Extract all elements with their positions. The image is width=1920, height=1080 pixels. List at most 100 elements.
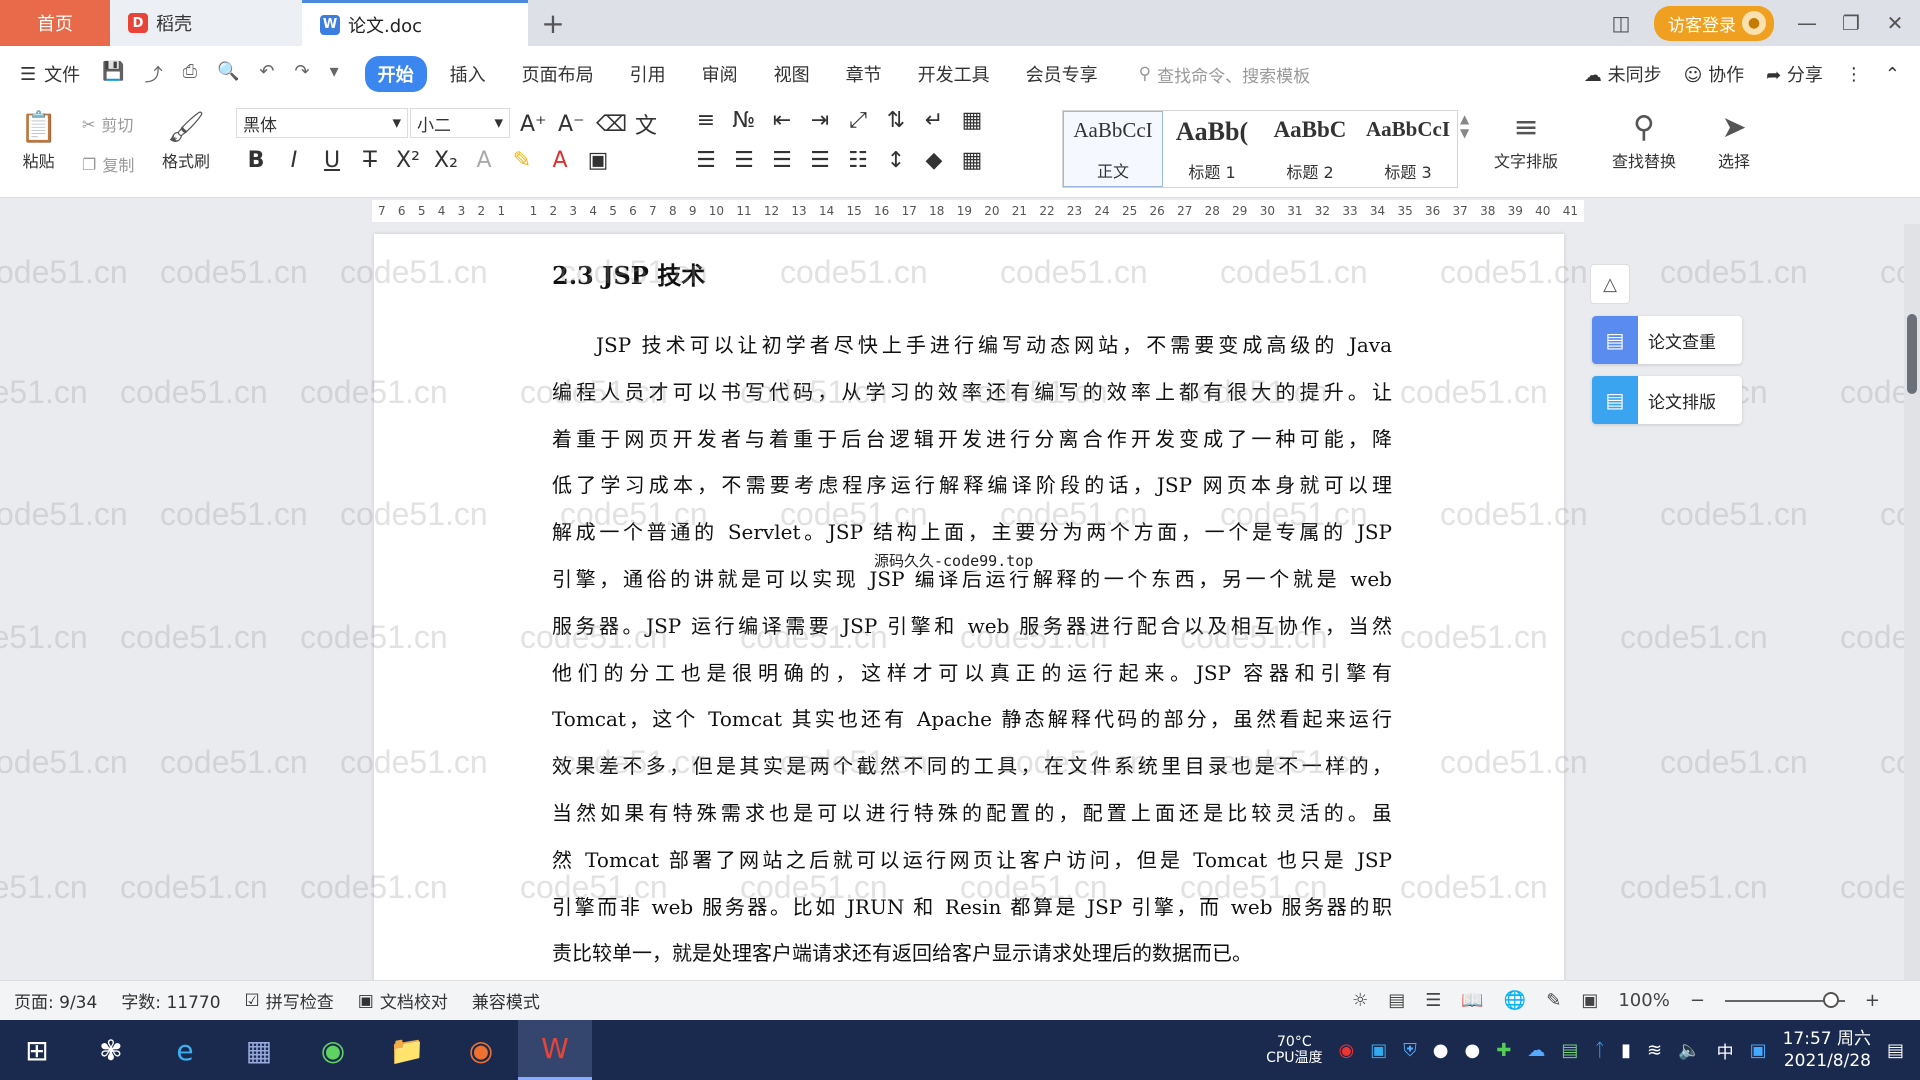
scrollbar-thumb[interactable]	[1907, 314, 1917, 394]
vertical-scrollbar[interactable]	[1904, 224, 1920, 980]
qq-icon[interactable]: ●	[1433, 1040, 1449, 1061]
select-button[interactable]: ➤ 选择	[1718, 108, 1750, 172]
find-replace-button[interactable]: ⚲ 查找替换	[1612, 108, 1676, 172]
highlight-icon[interactable]: ✎	[510, 148, 534, 173]
app-pinwheel-icon[interactable]: ✾	[74, 1020, 148, 1080]
collapse-ribbon-icon[interactable]: ⌃	[1885, 64, 1900, 85]
ie-browser-icon[interactable]: e	[148, 1020, 222, 1080]
menu-references[interactable]: 引用	[617, 56, 679, 92]
file-explorer-icon[interactable]: 📁	[370, 1020, 444, 1080]
paper-check-button[interactable]: ▤ 论文查重	[1592, 316, 1742, 364]
print-preview-icon[interactable]: 🔍	[217, 61, 239, 87]
volume-icon[interactable]: 🔈	[1678, 1040, 1700, 1061]
ime-indicator[interactable]: 中	[1717, 1038, 1734, 1063]
battery-icon[interactable]: ▮	[1621, 1040, 1631, 1061]
strikethrough-icon[interactable]: T	[358, 148, 382, 173]
eye-protection-icon[interactable]: ☼	[1352, 990, 1368, 1011]
reading-view-icon[interactable]: 📖	[1461, 990, 1483, 1011]
undo-icon[interactable]: ↶	[259, 61, 274, 87]
horizontal-ruler[interactable]: 7 6 5 4 3 2 1 1 2 3 4 5 6 7 8 9 10 11 12 13 14 15 16 17 18 19 20 21…	[0, 198, 1920, 224]
restore-icon[interactable]: ❐	[1840, 11, 1862, 35]
distribute-icon[interactable]: ☷	[846, 148, 870, 173]
numbered-list-icon[interactable]: №	[732, 108, 756, 133]
menu-review[interactable]: 审阅	[689, 56, 751, 92]
menu-chapter[interactable]: 章节	[833, 56, 895, 92]
zoom-level[interactable]: 100%	[1618, 990, 1669, 1011]
page-indicator[interactable]: 页面: 9/34	[14, 988, 97, 1013]
visitor-login-button[interactable]: 访客登录 ●	[1654, 5, 1774, 41]
line-spacing-icon[interactable]: ↕	[884, 148, 908, 173]
menu-insert[interactable]: 插入	[437, 56, 499, 92]
zoom-slider-knob[interactable]	[1822, 991, 1839, 1008]
shrink-font-icon[interactable]: A⁻	[558, 112, 585, 137]
menu-member[interactable]: 会员专享	[1013, 56, 1111, 92]
style-scroll-icon[interactable]: ▲ ▼	[1460, 112, 1469, 140]
page-view-icon[interactable]: ▤	[1388, 990, 1405, 1011]
command-search[interactable]: ⚲ 查找命令、搜索模板	[1139, 62, 1310, 87]
italic-icon[interactable]: I	[282, 148, 306, 173]
style-heading-3[interactable]: AaBbCcI 标题 3	[1359, 111, 1457, 187]
file-menu[interactable]: ☰ 文件	[20, 61, 80, 87]
menu-home[interactable]: 开始	[364, 56, 427, 92]
char-border-icon[interactable]: ▣	[586, 148, 610, 173]
menu-developer[interactable]: 开发工具	[905, 56, 1003, 92]
tray-app-icon[interactable]: ◉	[1339, 1040, 1355, 1061]
minimize-icon[interactable]: —	[1796, 11, 1818, 35]
bullet-list-icon[interactable]: ≡	[694, 108, 718, 133]
notebook-app-icon[interactable]: ▦	[222, 1020, 296, 1080]
wifi-icon[interactable]: ≋	[1647, 1040, 1662, 1061]
notification-icon[interactable]: ▤	[1887, 1040, 1904, 1061]
align-center-icon[interactable]: ☰	[732, 148, 756, 173]
superscript-icon[interactable]: X²	[396, 148, 420, 173]
spellcheck-button[interactable]: ☑ 拼写检查	[245, 988, 334, 1014]
underline-icon[interactable]: U	[320, 148, 344, 173]
new-tab-button[interactable]: +	[528, 0, 578, 46]
windows-start-icon[interactable]: ⊞	[0, 1020, 74, 1080]
more-icon[interactable]: ⋮	[1845, 64, 1863, 85]
menu-page-layout[interactable]: 页面布局	[509, 56, 607, 92]
green-browser-icon[interactable]: ◉	[296, 1020, 370, 1080]
zoom-out-icon[interactable]: −	[1690, 990, 1705, 1011]
gpu-icon[interactable]: ▤	[1561, 1040, 1578, 1061]
paper-layout-button[interactable]: ▤ 论文排版	[1592, 376, 1742, 424]
grow-font-icon[interactable]: A⁺	[520, 112, 547, 137]
export-icon[interactable]: ⤴	[145, 61, 163, 87]
tab-daoke[interactable]: D 稻壳	[110, 0, 302, 46]
proofread-button[interactable]: ▣ 文档校对	[358, 988, 448, 1014]
security-icon[interactable]: ✚	[1496, 1040, 1511, 1061]
media-app-icon[interactable]: ◉	[444, 1020, 518, 1080]
show-marks-icon[interactable]: ↵	[922, 108, 946, 133]
decrease-indent-icon[interactable]: ⇤	[770, 108, 794, 133]
qq2-icon[interactable]: ●	[1465, 1040, 1481, 1061]
sync-status[interactable]: ☁ 未同步	[1584, 61, 1662, 87]
font-color-icon[interactable]: A	[548, 148, 572, 173]
table-tools-icon[interactable]: ▦	[960, 108, 984, 133]
layout-toggle-icon[interactable]: ◫	[1610, 11, 1632, 35]
align-right-icon[interactable]: ☰	[770, 148, 794, 173]
tray-cloud-icon[interactable]: ☁	[1527, 1040, 1545, 1061]
paste-button[interactable]: 📋 粘贴	[20, 108, 57, 172]
cut-button[interactable]: ✂ 剪切	[82, 112, 133, 136]
style-heading-2[interactable]: AaBbC 标题 2	[1261, 111, 1359, 187]
shield-icon[interactable]: ⛨	[1403, 1040, 1417, 1061]
font-name-select[interactable]: 黑体 ▾	[236, 108, 408, 138]
input-method-icon[interactable]: ▣	[1750, 1040, 1767, 1061]
cpu-temp-widget[interactable]: 70°C CPU温度	[1266, 1034, 1322, 1066]
subscript-icon[interactable]: X₂	[434, 148, 458, 173]
zoom-slider[interactable]	[1724, 991, 1845, 1008]
sort-icon[interactable]: ⇅	[884, 108, 908, 133]
bold-icon[interactable]: B	[244, 148, 268, 173]
tab-document[interactable]: W 论文.doc	[302, 0, 528, 46]
text-layout-button[interactable]: ≡ 文字排版	[1494, 108, 1558, 172]
text-effect-icon[interactable]: A	[472, 148, 496, 173]
save-icon[interactable]: 💾	[102, 61, 124, 87]
menu-view[interactable]: 视图	[761, 56, 823, 92]
document-page[interactable]: 2.3 JSP 技术 JSP 技术可以让初学者尽快上手进行编写动态网站，不需要变…	[374, 234, 1564, 980]
customize-dropdown-icon[interactable]: ▾	[330, 61, 339, 87]
align-left-icon[interactable]: ☰	[694, 148, 718, 173]
bluetooth-icon[interactable]: ᛏ	[1594, 1040, 1605, 1061]
phonetic-icon[interactable]: 文	[634, 108, 658, 140]
collaborate-button[interactable]: ☺ 协作	[1684, 61, 1745, 87]
clock[interactable]: 17:57 周六 2021/8/28	[1783, 1028, 1871, 1072]
write-view-icon[interactable]: ✎	[1546, 990, 1561, 1011]
